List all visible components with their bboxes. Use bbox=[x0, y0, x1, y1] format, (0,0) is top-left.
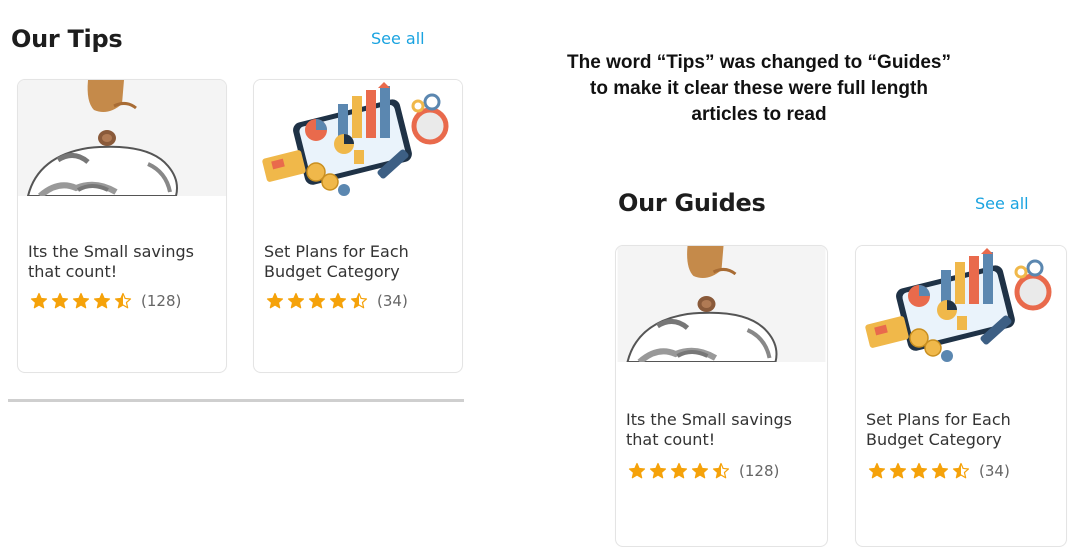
star-icon bbox=[889, 462, 907, 479]
annotation-note: The word “Tips” was changed to “Guides” … bbox=[567, 52, 951, 125]
half-star-icon bbox=[712, 462, 730, 479]
budget-illustration bbox=[856, 246, 1066, 362]
star-icon bbox=[670, 462, 688, 479]
piggy-bank-image bbox=[616, 246, 827, 362]
budget-illustration bbox=[254, 80, 462, 196]
half-star-icon bbox=[350, 292, 368, 309]
star-icon bbox=[628, 462, 646, 479]
see-all-link[interactable]: See all bbox=[371, 29, 425, 48]
star-rating: (128) bbox=[628, 462, 779, 480]
star-icon bbox=[51, 292, 69, 309]
star-icon bbox=[287, 292, 305, 309]
guide-card[interactable]: Its the Small savings that count! (128) bbox=[615, 245, 828, 547]
star-icon bbox=[649, 462, 667, 479]
see-all-link[interactable]: See all bbox=[975, 194, 1029, 213]
star-icon bbox=[329, 292, 347, 309]
star-rating: (128) bbox=[30, 292, 181, 310]
card-title: Set Plans for Each Budget Category bbox=[264, 242, 409, 281]
piggy-bank-image bbox=[18, 80, 226, 196]
star-rating: (34) bbox=[868, 462, 1010, 480]
half-star-icon bbox=[114, 292, 132, 309]
card-title: Its the Small savings that count! bbox=[28, 242, 194, 281]
star-icon bbox=[910, 462, 928, 479]
rating-count: (34) bbox=[377, 292, 408, 310]
star-icon bbox=[868, 462, 886, 479]
guide-card[interactable]: Set Plans for Each Budget Category (34) bbox=[855, 245, 1067, 547]
section-title: Our Guides bbox=[618, 189, 766, 217]
rating-count: (128) bbox=[739, 462, 780, 480]
star-icon bbox=[308, 292, 326, 309]
card-title: Its the Small savings that count! bbox=[626, 410, 792, 449]
star-icon bbox=[72, 292, 90, 309]
star-icon bbox=[93, 292, 111, 309]
rating-count: (34) bbox=[979, 462, 1010, 480]
card-title: Set Plans for Each Budget Category bbox=[866, 410, 1011, 449]
star-icon bbox=[931, 462, 949, 479]
half-star-icon bbox=[952, 462, 970, 479]
star-icon bbox=[691, 462, 709, 479]
scroll-divider bbox=[8, 399, 464, 402]
star-rating: (34) bbox=[266, 292, 408, 310]
star-icon bbox=[30, 292, 48, 309]
tip-card[interactable]: Set Plans for Each Budget Category (34) bbox=[253, 79, 463, 373]
rating-count: (128) bbox=[141, 292, 182, 310]
tip-card[interactable]: Its the Small savings that count! (128) bbox=[17, 79, 227, 373]
section-title: Our Tips bbox=[11, 25, 123, 53]
star-icon bbox=[266, 292, 284, 309]
